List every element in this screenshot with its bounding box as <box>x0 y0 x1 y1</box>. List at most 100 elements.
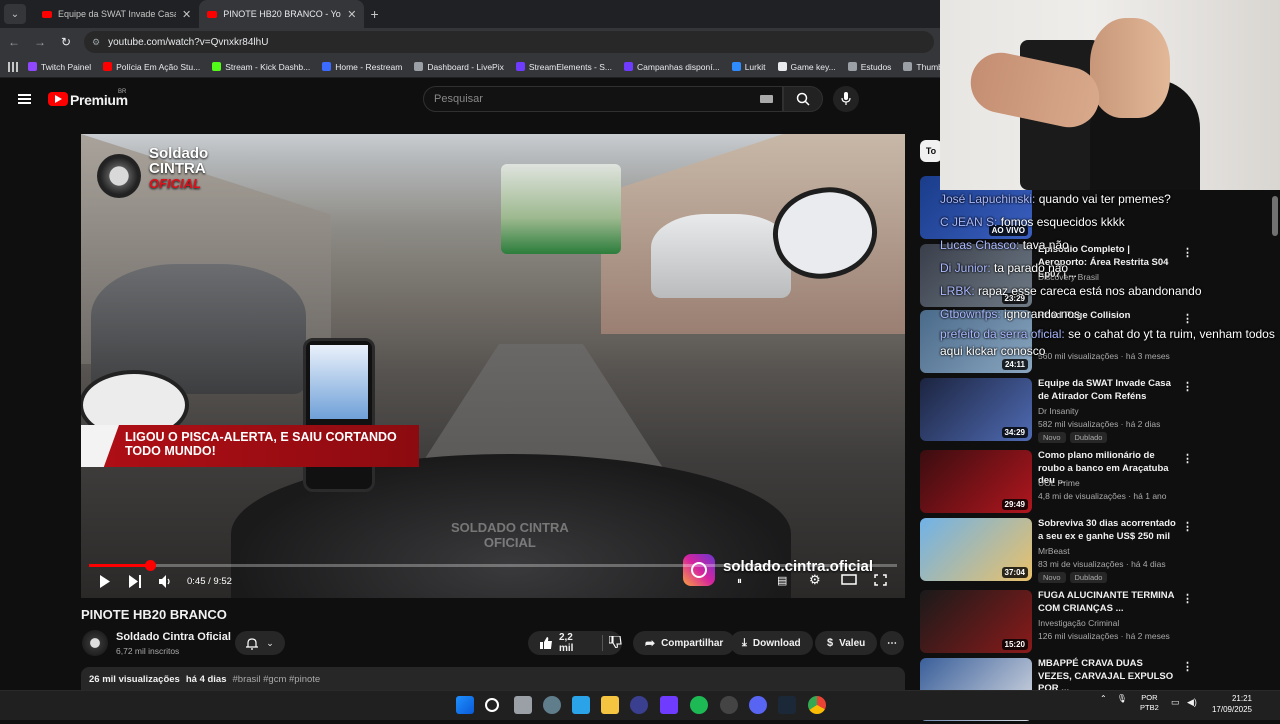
bookmark-item[interactable]: Home - Restream <box>322 62 402 72</box>
spotify-icon[interactable] <box>690 696 708 714</box>
streaming-app-icon[interactable] <box>660 696 678 714</box>
youtube-logo-icon[interactable] <box>48 92 68 106</box>
video-thumbnail[interactable]: 37:04 <box>920 518 1032 581</box>
bookmark-item[interactable]: Dashboard - LivePix <box>414 62 504 72</box>
search-input[interactable]: Pesquisar <box>423 86 783 112</box>
play-button[interactable] <box>99 575 111 591</box>
bookmark-item[interactable]: Stream - Kick Dashb... <box>212 62 310 72</box>
video-thumbnail[interactable]: 34:29 <box>920 378 1032 441</box>
more-vertical-icon[interactable]: ⋮ <box>1182 380 1193 393</box>
clock[interactable]: 21:21 17/09/2025 <box>1208 693 1252 715</box>
theater-mode-button[interactable] <box>841 574 857 588</box>
channel-avatar[interactable] <box>82 630 108 656</box>
tab-search-chevron-icon[interactable]: ⌄ <box>4 4 26 24</box>
subtitles-icon[interactable]: ▤ <box>777 574 787 587</box>
recommended-channel[interactable]: Investigação Criminal <box>1038 618 1119 628</box>
bookmark-item[interactable]: Campanhas disponí... <box>624 62 720 72</box>
volume-icon <box>159 575 170 588</box>
dislike-button[interactable] <box>608 634 622 651</box>
apps-grid-icon[interactable] <box>8 61 18 72</box>
recommended-video[interactable]: 34:29 Equipe da SWAT Invade Casa de Atira… <box>920 378 1276 444</box>
obs-icon[interactable] <box>720 696 738 714</box>
file-explorer-icon[interactable] <box>601 696 619 714</box>
fullscreen-button[interactable] <box>874 574 887 589</box>
chat-username: Gtbownfps: <box>940 307 1001 321</box>
recommended-title[interactable]: Equipe da SWAT Invade Casa de Atirador C… <box>1038 378 1178 403</box>
new-tab-button[interactable]: + <box>370 6 378 22</box>
recommended-video[interactable]: 15:20 FUGA ALUCINANTE TERMINA COM CRIANÇA… <box>920 590 1276 656</box>
recommended-title[interactable]: FUGA ALUCINANTE TERMINA COM CRIANÇAS ... <box>1038 590 1178 615</box>
recommended-channel[interactable]: Dr Insanity <box>1038 406 1079 416</box>
notification-bell-button[interactable]: ⌄ <box>235 631 285 655</box>
recommended-title[interactable]: Sobreviva 30 dias acorrentado a seu ex e… <box>1038 518 1178 543</box>
recommended-channel[interactable]: UOL Prime <box>1038 478 1080 488</box>
start-windows-icon[interactable] <box>456 696 474 714</box>
bookmark-item[interactable]: Twitch Painel <box>28 62 91 72</box>
language-indicator[interactable]: POR PTB2 <box>1140 693 1159 713</box>
channel-name[interactable]: Soldado Cintra Oficial <box>116 631 231 643</box>
task-view-icon[interactable] <box>514 696 532 714</box>
video-thumbnail[interactable]: 29:49 <box>920 450 1032 513</box>
taskbar-search-icon[interactable] <box>485 698 499 712</box>
thanks-button[interactable]: $ Valeu <box>815 631 878 655</box>
more-vertical-icon[interactable]: ⋮ <box>1182 452 1193 465</box>
filter-chip-all[interactable]: To <box>920 140 942 162</box>
volume-button[interactable] <box>159 575 172 591</box>
view-count: 26 mil visualizações <box>89 674 180 685</box>
speaker-icon[interactable]: ◀) <box>1187 697 1197 708</box>
more-vertical-icon[interactable]: ⋮ <box>1182 520 1193 533</box>
like-button[interactable]: 2,2 mil <box>540 632 590 654</box>
site-info-icon[interactable]: ⚙ <box>92 37 100 48</box>
keyboard-icon[interactable] <box>760 95 773 103</box>
tray-chevron-icon[interactable]: ⌃ <box>1100 694 1107 703</box>
bookmark-item[interactable]: Thumbnails <box>903 62 940 72</box>
reload-icon[interactable]: ↻ <box>54 35 78 49</box>
progress-bar[interactable] <box>89 564 897 567</box>
microphone-tray-icon[interactable]: 🎙︎ <box>1117 694 1127 703</box>
back-icon[interactable]: ← <box>2 35 26 49</box>
bookmark-item[interactable]: StreamElements - S... <box>515 62 612 72</box>
video-thumbnail[interactable]: 15:20 <box>920 590 1032 653</box>
mounted-phone <box>303 338 375 492</box>
discord-icon[interactable] <box>749 696 767 714</box>
hashtags[interactable]: #brasil #gcm #pinote <box>233 674 321 686</box>
close-tab-icon[interactable]: ✕ <box>347 8 356 21</box>
share-button[interactable]: ➦ Compartilhar <box>633 631 736 655</box>
photos-icon[interactable] <box>572 696 590 714</box>
menu-hamburger-icon[interactable] <box>18 94 31 104</box>
chrome-icon[interactable] <box>808 696 826 714</box>
settings-gear-icon[interactable]: ⚙ <box>809 572 821 588</box>
recommended-video[interactable]: 29:49 Como plano milionário de roubo a ba… <box>920 450 1276 516</box>
browser-tab-2[interactable]: PINOTE HB20 BRANCO - YouTube ✕ <box>199 0 365 28</box>
voice-search-button[interactable] <box>833 86 859 112</box>
network-icon[interactable]: ▭ <box>1171 697 1180 708</box>
bookmark-item[interactable]: Estudos <box>847 62 891 72</box>
bookmark-item[interactable]: Game key... <box>777 62 836 72</box>
chat-username: LRBK: <box>940 284 975 298</box>
download-button[interactable]: ⤓ Download <box>730 631 813 655</box>
more-vertical-icon[interactable]: ⋮ <box>1182 592 1193 605</box>
video-duration: 34:29 <box>1001 427 1028 438</box>
parked-car-right <box>651 214 791 298</box>
bookmark-item[interactable]: Lurkit <box>731 62 766 72</box>
more-actions-button[interactable]: ⋯ <box>880 631 904 655</box>
settings-icon[interactable] <box>543 696 561 714</box>
bookmark-item[interactable]: Polícia Em Ação Stu... <box>103 62 200 72</box>
close-tab-icon[interactable]: ✕ <box>182 8 191 21</box>
region-code: BR <box>118 89 127 95</box>
share-label: Compartilhar <box>661 637 724 649</box>
url-field[interactable]: ⚙ youtube.com/watch?v=Qvnxkr84lhU <box>84 31 934 53</box>
app-icon[interactable] <box>630 696 648 714</box>
steam-icon[interactable] <box>778 696 796 714</box>
scrubber-handle[interactable] <box>145 560 157 571</box>
video-player[interactable]: Soldado CINTRA OFICIAL LIGOU O PISCA-ALE… <box>81 134 905 598</box>
forward-icon[interactable]: → <box>28 35 52 49</box>
more-vertical-icon[interactable]: ⋮ <box>1182 660 1193 673</box>
search-button[interactable] <box>783 86 823 112</box>
autoplay-toggle[interactable]: ⏸ <box>737 576 742 587</box>
recommended-channel[interactable]: MrBeast <box>1038 546 1070 556</box>
browser-tab-1[interactable]: Equipe da SWAT Invade Casa de ✕ <box>34 0 199 28</box>
next-button[interactable] <box>129 575 141 591</box>
clock-time: 21:21 <box>1231 694 1252 703</box>
recommended-video[interactable]: 37:04 Sobreviva 30 dias acorrentado a seu… <box>920 518 1276 584</box>
